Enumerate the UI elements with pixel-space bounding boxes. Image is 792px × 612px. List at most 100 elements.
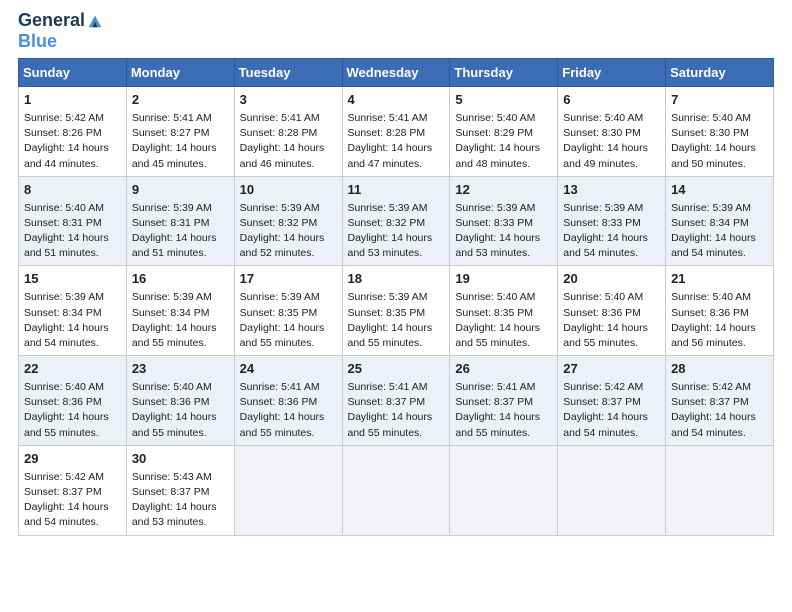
page: GeneralBlue SundayMondayTuesdayWednesday…	[0, 0, 792, 612]
calendar-cell: 16Sunrise: 5:39 AMSunset: 8:34 PMDayligh…	[126, 266, 234, 356]
calendar-cell: 25Sunrise: 5:41 AMSunset: 8:37 PMDayligh…	[342, 356, 450, 446]
calendar-cell: 15Sunrise: 5:39 AMSunset: 8:34 PMDayligh…	[19, 266, 127, 356]
calendar-cell: 20Sunrise: 5:40 AMSunset: 8:36 PMDayligh…	[558, 266, 666, 356]
weekday-header-monday: Monday	[126, 59, 234, 87]
calendar-cell: 8Sunrise: 5:40 AMSunset: 8:31 PMDaylight…	[19, 176, 127, 266]
day-number: 12	[455, 181, 552, 200]
day-info: Sunrise: 5:39 AMSunset: 8:35 PMDaylight:…	[240, 290, 337, 351]
calendar-cell: 2Sunrise: 5:41 AMSunset: 8:27 PMDaylight…	[126, 87, 234, 177]
calendar-week-row: 1Sunrise: 5:42 AMSunset: 8:26 PMDaylight…	[19, 87, 774, 177]
day-number: 4	[348, 91, 445, 110]
day-number: 25	[348, 360, 445, 379]
calendar-cell: 14Sunrise: 5:39 AMSunset: 8:34 PMDayligh…	[666, 176, 774, 266]
day-info: Sunrise: 5:41 AMSunset: 8:36 PMDaylight:…	[240, 380, 337, 441]
calendar-cell: 3Sunrise: 5:41 AMSunset: 8:28 PMDaylight…	[234, 87, 342, 177]
calendar-cell: 9Sunrise: 5:39 AMSunset: 8:31 PMDaylight…	[126, 176, 234, 266]
day-number: 19	[455, 270, 552, 289]
day-number: 14	[671, 181, 768, 200]
calendar-cell	[342, 445, 450, 535]
weekday-header-sunday: Sunday	[19, 59, 127, 87]
day-info: Sunrise: 5:40 AMSunset: 8:30 PMDaylight:…	[563, 111, 660, 172]
day-info: Sunrise: 5:39 AMSunset: 8:34 PMDaylight:…	[24, 290, 121, 351]
weekday-header-saturday: Saturday	[666, 59, 774, 87]
calendar-cell: 17Sunrise: 5:39 AMSunset: 8:35 PMDayligh…	[234, 266, 342, 356]
calendar-cell: 23Sunrise: 5:40 AMSunset: 8:36 PMDayligh…	[126, 356, 234, 446]
day-number: 29	[24, 450, 121, 469]
day-info: Sunrise: 5:40 AMSunset: 8:35 PMDaylight:…	[455, 290, 552, 351]
day-number: 24	[240, 360, 337, 379]
calendar-week-row: 22Sunrise: 5:40 AMSunset: 8:36 PMDayligh…	[19, 356, 774, 446]
weekday-header-friday: Friday	[558, 59, 666, 87]
calendar-week-row: 15Sunrise: 5:39 AMSunset: 8:34 PMDayligh…	[19, 266, 774, 356]
calendar-week-row: 8Sunrise: 5:40 AMSunset: 8:31 PMDaylight…	[19, 176, 774, 266]
calendar-cell: 12Sunrise: 5:39 AMSunset: 8:33 PMDayligh…	[450, 176, 558, 266]
day-info: Sunrise: 5:39 AMSunset: 8:33 PMDaylight:…	[455, 201, 552, 262]
day-info: Sunrise: 5:40 AMSunset: 8:36 PMDaylight:…	[132, 380, 229, 441]
calendar-cell: 24Sunrise: 5:41 AMSunset: 8:36 PMDayligh…	[234, 356, 342, 446]
weekday-header-wednesday: Wednesday	[342, 59, 450, 87]
logo-blue-text: Blue	[18, 31, 57, 52]
day-info: Sunrise: 5:39 AMSunset: 8:33 PMDaylight:…	[563, 201, 660, 262]
day-info: Sunrise: 5:39 AMSunset: 8:34 PMDaylight:…	[132, 290, 229, 351]
logo: GeneralBlue	[18, 10, 103, 52]
header: GeneralBlue	[18, 10, 774, 52]
day-number: 20	[563, 270, 660, 289]
day-info: Sunrise: 5:39 AMSunset: 8:32 PMDaylight:…	[240, 201, 337, 262]
day-info: Sunrise: 5:41 AMSunset: 8:28 PMDaylight:…	[240, 111, 337, 172]
day-info: Sunrise: 5:40 AMSunset: 8:29 PMDaylight:…	[455, 111, 552, 172]
calendar-cell: 28Sunrise: 5:42 AMSunset: 8:37 PMDayligh…	[666, 356, 774, 446]
day-info: Sunrise: 5:40 AMSunset: 8:30 PMDaylight:…	[671, 111, 768, 172]
day-info: Sunrise: 5:39 AMSunset: 8:35 PMDaylight:…	[348, 290, 445, 351]
day-number: 22	[24, 360, 121, 379]
day-number: 17	[240, 270, 337, 289]
day-info: Sunrise: 5:41 AMSunset: 8:27 PMDaylight:…	[132, 111, 229, 172]
day-info: Sunrise: 5:41 AMSunset: 8:37 PMDaylight:…	[455, 380, 552, 441]
day-info: Sunrise: 5:39 AMSunset: 8:31 PMDaylight:…	[132, 201, 229, 262]
weekday-header-thursday: Thursday	[450, 59, 558, 87]
calendar-cell	[234, 445, 342, 535]
weekday-header-tuesday: Tuesday	[234, 59, 342, 87]
calendar-cell: 10Sunrise: 5:39 AMSunset: 8:32 PMDayligh…	[234, 176, 342, 266]
day-info: Sunrise: 5:40 AMSunset: 8:31 PMDaylight:…	[24, 201, 121, 262]
day-info: Sunrise: 5:42 AMSunset: 8:26 PMDaylight:…	[24, 111, 121, 172]
day-info: Sunrise: 5:39 AMSunset: 8:32 PMDaylight:…	[348, 201, 445, 262]
day-number: 5	[455, 91, 552, 110]
day-number: 13	[563, 181, 660, 200]
calendar-cell: 18Sunrise: 5:39 AMSunset: 8:35 PMDayligh…	[342, 266, 450, 356]
day-number: 28	[671, 360, 768, 379]
day-number: 26	[455, 360, 552, 379]
day-number: 7	[671, 91, 768, 110]
day-number: 27	[563, 360, 660, 379]
calendar-table: SundayMondayTuesdayWednesdayThursdayFrid…	[18, 58, 774, 536]
day-info: Sunrise: 5:42 AMSunset: 8:37 PMDaylight:…	[24, 470, 121, 531]
day-number: 15	[24, 270, 121, 289]
calendar-cell: 27Sunrise: 5:42 AMSunset: 8:37 PMDayligh…	[558, 356, 666, 446]
day-number: 8	[24, 181, 121, 200]
day-number: 16	[132, 270, 229, 289]
day-number: 21	[671, 270, 768, 289]
day-info: Sunrise: 5:41 AMSunset: 8:37 PMDaylight:…	[348, 380, 445, 441]
calendar-cell: 6Sunrise: 5:40 AMSunset: 8:30 PMDaylight…	[558, 87, 666, 177]
logo-general-text: General	[18, 10, 85, 31]
calendar-cell: 26Sunrise: 5:41 AMSunset: 8:37 PMDayligh…	[450, 356, 558, 446]
logo-icon	[87, 14, 103, 28]
day-number: 11	[348, 181, 445, 200]
weekday-header-row: SundayMondayTuesdayWednesdayThursdayFrid…	[19, 59, 774, 87]
calendar-cell: 21Sunrise: 5:40 AMSunset: 8:36 PMDayligh…	[666, 266, 774, 356]
day-info: Sunrise: 5:42 AMSunset: 8:37 PMDaylight:…	[671, 380, 768, 441]
day-number: 9	[132, 181, 229, 200]
calendar-week-row: 29Sunrise: 5:42 AMSunset: 8:37 PMDayligh…	[19, 445, 774, 535]
calendar-cell: 19Sunrise: 5:40 AMSunset: 8:35 PMDayligh…	[450, 266, 558, 356]
calendar-cell	[450, 445, 558, 535]
day-number: 30	[132, 450, 229, 469]
calendar-cell: 22Sunrise: 5:40 AMSunset: 8:36 PMDayligh…	[19, 356, 127, 446]
day-info: Sunrise: 5:43 AMSunset: 8:37 PMDaylight:…	[132, 470, 229, 531]
day-number: 3	[240, 91, 337, 110]
day-number: 18	[348, 270, 445, 289]
day-info: Sunrise: 5:40 AMSunset: 8:36 PMDaylight:…	[24, 380, 121, 441]
calendar-cell: 7Sunrise: 5:40 AMSunset: 8:30 PMDaylight…	[666, 87, 774, 177]
day-info: Sunrise: 5:42 AMSunset: 8:37 PMDaylight:…	[563, 380, 660, 441]
calendar-cell	[558, 445, 666, 535]
day-number: 2	[132, 91, 229, 110]
day-number: 23	[132, 360, 229, 379]
